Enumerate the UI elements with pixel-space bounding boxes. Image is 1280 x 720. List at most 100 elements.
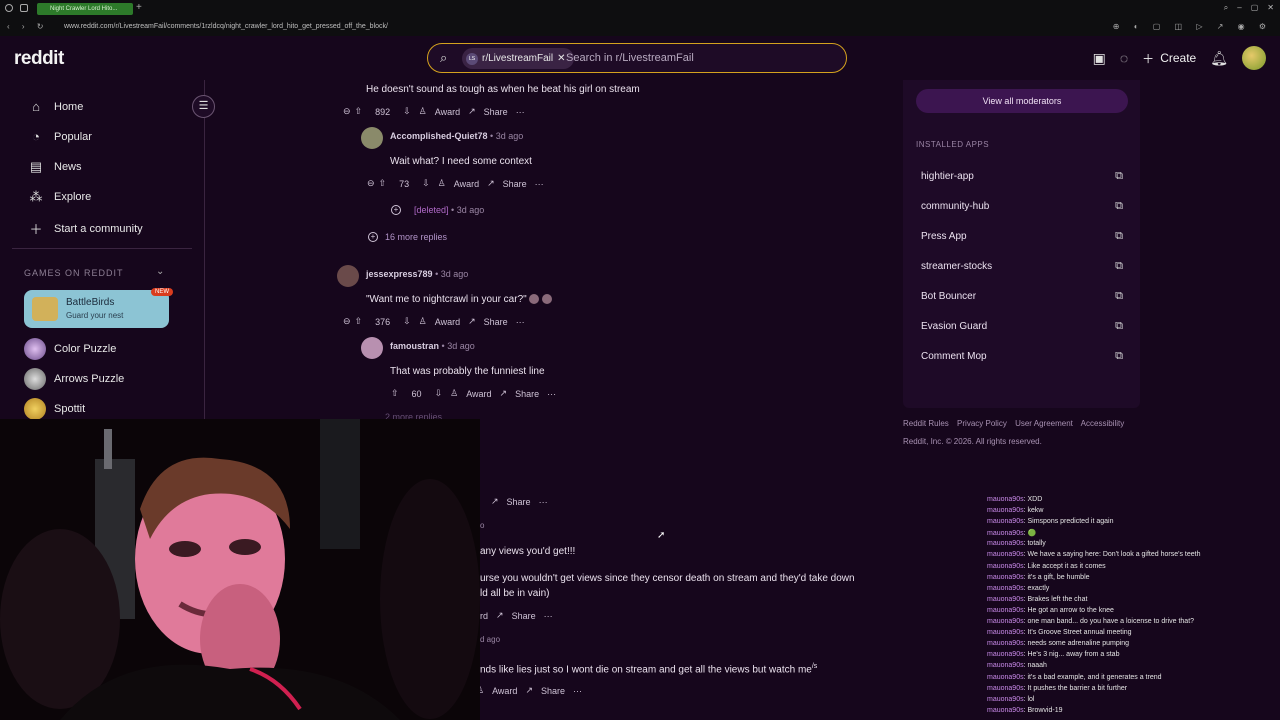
sidebar-item-home[interactable]: ⌂ Home [28, 99, 83, 114]
share-button[interactable]: ↗ Share [491, 496, 535, 507]
downvote-icon[interactable]: ⇩ [422, 178, 430, 189]
featured-game-card[interactable]: BattleBirds Guard your nest [24, 290, 169, 328]
award-button[interactable]: ♙ Award [419, 316, 464, 327]
external-link-icon[interactable]: ⧉ [1115, 290, 1123, 303]
footer-link[interactable]: Accessibility [1081, 419, 1125, 428]
external-link-icon[interactable]: ⧉ [1115, 320, 1123, 333]
collapse-sidebar-button[interactable]: ☰ [192, 95, 215, 118]
username[interactable]: Accomplished-Quiet78 [390, 131, 488, 141]
tab-active[interactable]: Night Crawler Lord Hito... [37, 3, 133, 15]
external-link-icon[interactable]: ⧉ [1115, 260, 1123, 273]
external-link-icon[interactable]: ⧉ [1115, 350, 1123, 363]
comment-author[interactable]: jessexpress789 • 3d ago [366, 269, 468, 279]
subreddit-chip[interactable]: LS r/LivestreamFail ✕ [462, 48, 574, 69]
upvote-icon[interactable]: ⇧ [355, 316, 363, 327]
chat-icon[interactable]: ◌ [1120, 50, 1128, 66]
minimize-icon[interactable]: – [1237, 3, 1241, 13]
downvote-icon[interactable]: ⇩ [403, 106, 411, 117]
search-input[interactable]: Search in r/LivestreamFail [566, 52, 694, 64]
downvote-icon[interactable]: ⇩ [403, 316, 411, 327]
username[interactable]: jessexpress789 [366, 269, 433, 279]
app-row[interactable]: Bot Bouncer ⧉ [921, 290, 1123, 303]
share-button[interactable]: ↗ Share [468, 106, 512, 117]
view-moderators-button[interactable]: View all moderators [916, 89, 1128, 113]
app-row[interactable]: Evasion Guard ⧉ [921, 320, 1123, 333]
award-button[interactable]: ♙ Award [438, 178, 483, 189]
collapse-thread-icon[interactable]: ⊖ [367, 178, 375, 189]
expand-icon[interactable]: + [368, 232, 378, 242]
sidebar-item-start-community[interactable]: ＋ Start a community [28, 219, 142, 238]
share-button[interactable]: ↗ Share [468, 316, 512, 327]
more-options-button[interactable]: ··· [547, 389, 556, 399]
app-row[interactable]: community-hub ⧉ [921, 200, 1123, 213]
search-tabs-icon[interactable]: ⌕ [1224, 3, 1228, 13]
collapse-thread-icon[interactable]: ⊖ [343, 316, 351, 327]
more-options-button[interactable]: ··· [516, 107, 525, 117]
footer-link[interactable]: Privacy Policy [957, 419, 1007, 428]
footer-link[interactable]: Reddit Rules [903, 419, 949, 428]
game-item[interactable]: Color Puzzle [24, 338, 116, 360]
search-bar[interactable]: ⌕ LS r/LivestreamFail ✕ Search in r/Live… [427, 43, 847, 73]
close-window-icon[interactable]: ✕ [1267, 3, 1274, 13]
game-item[interactable]: Arrows Puzzle [24, 368, 124, 390]
sidebar-item-news[interactable]: ▤ News [28, 159, 82, 175]
external-link-icon[interactable]: ⧉ [1115, 170, 1123, 183]
app-row[interactable]: streamer-stocks ⧉ [921, 260, 1123, 273]
expand-icon[interactable]: + [391, 205, 401, 215]
notifications-icon[interactable]: 🔔︎ [1210, 50, 1228, 67]
maximize-icon[interactable]: ▢ [1251, 3, 1259, 13]
more-options-button[interactable]: ··· [539, 497, 548, 507]
award-button[interactable]: ♙ Award [476, 685, 521, 696]
comment-text: Wait what? I need some context [390, 156, 532, 167]
app-row[interactable]: Press App ⧉ [921, 230, 1123, 243]
avatar[interactable] [337, 265, 359, 287]
chevron-down-icon[interactable]: ⌄ [156, 266, 164, 277]
share-button[interactable]: ↗ Share [496, 610, 540, 621]
upvote-icon[interactable]: ⇧ [355, 106, 363, 117]
sidebar-item-popular[interactable]: ◔ Popular [28, 129, 92, 144]
downvote-icon[interactable]: ⇩ [435, 388, 443, 399]
more-options-button[interactable]: ··· [516, 317, 525, 327]
chip-close-icon[interactable]: ✕ [557, 53, 565, 64]
share-button[interactable]: ↗ Share [525, 685, 569, 696]
sidebar-item-explore[interactable]: ⁂ Explore [28, 189, 92, 205]
collapse-thread-icon[interactable]: ⊖ [343, 106, 351, 117]
chat-message: mauona90s: lol [987, 696, 1280, 707]
award-button[interactable]: rd [480, 611, 492, 621]
user-avatar[interactable] [1242, 46, 1266, 70]
more-options-button[interactable]: ··· [544, 611, 553, 621]
more-options-button[interactable]: ··· [535, 179, 544, 189]
upvote-icon[interactable]: ⇧ [391, 388, 399, 399]
footer-link[interactable]: User Agreement [1015, 419, 1073, 428]
more-replies-link[interactable]: 16 more replies [385, 232, 447, 242]
share-button[interactable]: ↗ Share [500, 388, 544, 399]
address-bar[interactable]: www.reddit.com/r/LivestreamFail/comments… [64, 23, 388, 30]
workspaces-icon[interactable] [20, 4, 28, 12]
award-icon: ♙ [418, 106, 427, 116]
nav-arrows[interactable]: ‹ › ↻ [7, 22, 48, 31]
username[interactable]: famoustran [390, 341, 439, 351]
new-tab-icon[interactable]: + [136, 2, 142, 13]
create-button[interactable]: ＋ Create [1142, 50, 1196, 67]
vote-group: ⇧ 60 ⇩ [391, 388, 446, 399]
award-button[interactable]: ♙ Award [450, 388, 495, 399]
app-row[interactable]: hightier-app ⧉ [921, 170, 1123, 183]
avatar[interactable] [361, 127, 383, 149]
award-label: Award [453, 178, 480, 189]
extension-icons[interactable]: ⊕ ◐ ▢ ◫ ▷ ↗ ◉ ⚙ [1113, 22, 1272, 31]
external-link-icon[interactable]: ⧉ [1115, 200, 1123, 213]
comment-author[interactable]: famoustran • 3d ago [390, 341, 475, 351]
external-link-icon[interactable]: ⧉ [1115, 230, 1123, 243]
more-options-button[interactable]: ··· [573, 686, 582, 696]
share-button[interactable]: ↗ Share [487, 178, 531, 189]
app-row[interactable]: Comment Mop ⧉ [921, 350, 1123, 363]
upvote-icon[interactable]: ⇧ [379, 178, 387, 189]
award-button[interactable]: ♙ Award [419, 106, 464, 117]
reddit-logo[interactable]: reddit [14, 48, 64, 70]
browser-menu-icon[interactable] [5, 4, 13, 12]
advertise-icon[interactable]: ▣ [1093, 50, 1106, 67]
comment-author[interactable]: Accomplished-Quiet78 • 3d ago [390, 131, 523, 141]
timestamp: 3d ago [456, 205, 485, 215]
game-item[interactable]: Spottit [24, 398, 85, 420]
avatar[interactable] [361, 337, 383, 359]
